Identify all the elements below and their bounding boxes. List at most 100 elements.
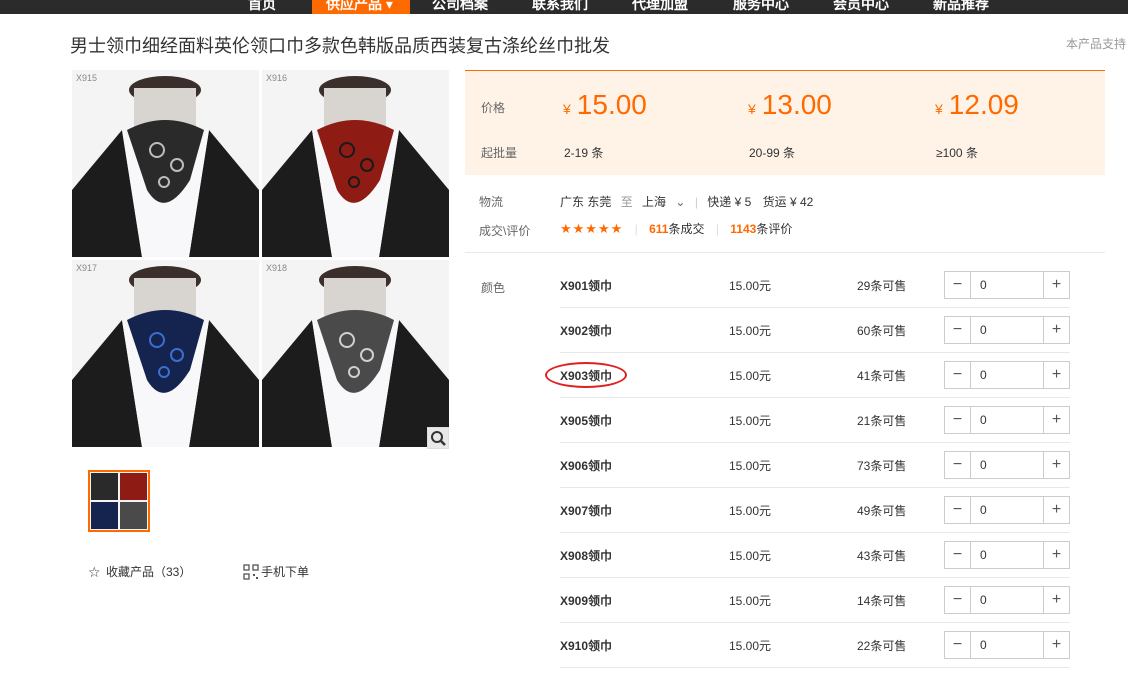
decrement-button[interactable]: − [945,317,971,343]
nav-item-agency[interactable]: 代理加盟 [632,0,688,14]
color-label: 颜色 [481,281,506,295]
sku-stock: 41条可售 [857,369,907,383]
tier-price: ¥13.00 [748,89,832,121]
tier-qty: ≥100 条 [936,146,978,160]
sku-price: 15.00元 [729,594,772,608]
quantity-stepper: −+ [944,451,1070,479]
ship-to-select[interactable]: 上海 ⌄ [642,195,685,209]
moq-label: 起批量 [481,146,518,160]
quantity-input[interactable] [972,632,1042,658]
sku-name: X901领巾 [560,279,613,293]
increment-button[interactable]: + [1043,407,1069,433]
quantity-stepper: −+ [944,541,1070,569]
deals-count[interactable]: 611 [649,222,668,236]
sku-name: X902领巾 [560,324,613,338]
favorite-button[interactable]: ☆ 收藏产品（33） [88,563,191,581]
top-nav: 首页 供应产品 ▾ 公司档案 联系我们 代理加盟 服务中心 会员中心 新品推荐 [0,0,1128,14]
sku-price: 15.00元 [729,459,772,473]
increment-button[interactable]: + [1043,542,1069,568]
mobile-order-button[interactable]: 手机下单 [243,563,309,580]
gallery-thumbnail[interactable] [88,470,150,532]
logistics-label: 物流 [479,195,504,209]
quantity-stepper: −+ [944,316,1070,344]
quantity-stepper: −+ [944,631,1070,659]
nav-item-company[interactable]: 公司档案 [432,0,488,14]
divider: | [694,195,698,209]
increment-button[interactable]: + [1043,497,1069,523]
gallery-cell: X916 [262,70,449,257]
sku-name: X909领巾 [560,594,613,608]
increment-button[interactable]: + [1043,587,1069,613]
tier-price: ¥12.09 [935,89,1019,121]
quantity-input[interactable] [972,407,1042,433]
nav-item-products[interactable]: 供应产品 ▾ [312,0,410,14]
decrement-button[interactable]: − [945,362,971,388]
sku-row: X907领巾15.00元49条可售−+ [560,488,1070,533]
sku-price: 15.00元 [729,504,772,518]
sku-row: X909领巾15.00元14条可售−+ [560,578,1070,623]
ship-to: 上海 [642,195,667,209]
sku-name: X908领巾 [560,549,613,563]
quantity-input[interactable] [972,587,1042,613]
decrement-button[interactable]: − [945,407,971,433]
nav-item-member[interactable]: 会员中心 [833,0,889,14]
sku-price: 15.00元 [729,279,772,293]
favorite-label: 收藏产品（33） [106,565,192,579]
nav-item-products-label: 供应产品 [326,0,382,12]
quantity-stepper: −+ [944,586,1070,614]
product-photo [262,260,449,447]
sku-stock: 22条可售 [857,639,907,653]
reviews-info: ★★★★★ | 611条成交 | 1143条评价 [560,220,792,237]
increment-button[interactable]: + [1043,452,1069,478]
sku-stock: 29条可售 [857,279,907,293]
quantity-input[interactable] [972,272,1042,298]
sku-row: X910领巾15.00元22条可售−+ [560,623,1070,668]
sku-name: X905领巾 [560,414,613,428]
review-text: 条评价 [756,222,793,236]
decrement-button[interactable]: − [945,587,971,613]
sku-row: X903领巾15.00元41条可售−+ [560,353,1070,398]
decrement-button[interactable]: − [945,542,971,568]
nav-item-contact[interactable]: 联系我们 [532,0,588,14]
gallery-code: X916 [266,73,288,83]
increment-button[interactable]: + [1043,362,1069,388]
nav-item-home[interactable]: 首页 [248,0,276,14]
increment-button[interactable]: + [1043,317,1069,343]
sku-price: 15.00元 [729,369,772,383]
sku-name: X906领巾 [560,459,613,473]
star-outline-icon: ☆ [88,564,101,580]
quantity-input[interactable] [972,497,1042,523]
section-divider [465,252,1105,253]
quantity-stepper: −+ [944,406,1070,434]
divider: | [634,222,638,236]
decrement-button[interactable]: − [945,272,971,298]
increment-button[interactable]: + [1043,632,1069,658]
product-photo [72,260,259,447]
gallery-cell: X918 [262,260,449,447]
tier-qty: 2-19 条 [564,146,604,160]
nav-item-new[interactable]: 新品推荐 [933,0,989,14]
decrement-button[interactable]: − [945,632,971,658]
divider: | [715,222,719,236]
currency-symbol: ¥ [935,101,943,117]
nav-item-service[interactable]: 服务中心 [733,0,789,14]
increment-button[interactable]: + [1043,272,1069,298]
ship-from: 广东 东莞 [560,195,612,209]
quantity-stepper: −+ [944,496,1070,524]
deals-text: 条成交 [668,222,705,236]
decrement-button[interactable]: − [945,452,971,478]
currency-symbol: ¥ [563,101,571,117]
ship-to-word: 至 [620,195,633,209]
price-label: 价格 [481,101,506,115]
quantity-input[interactable] [972,542,1042,568]
quantity-input[interactable] [972,317,1042,343]
product-gallery[interactable]: X915 X916 X917 X918 [72,70,449,447]
quantity-input[interactable] [972,452,1042,478]
support-text: 本产品支持 [1066,37,1127,51]
tier-price-value: 12.09 [948,89,1019,120]
sku-name: X907领巾 [560,504,613,518]
quantity-input[interactable] [972,362,1042,388]
decrement-button[interactable]: − [945,497,971,523]
zoom-button[interactable] [427,427,449,449]
review-count[interactable]: 1143 [730,222,756,236]
